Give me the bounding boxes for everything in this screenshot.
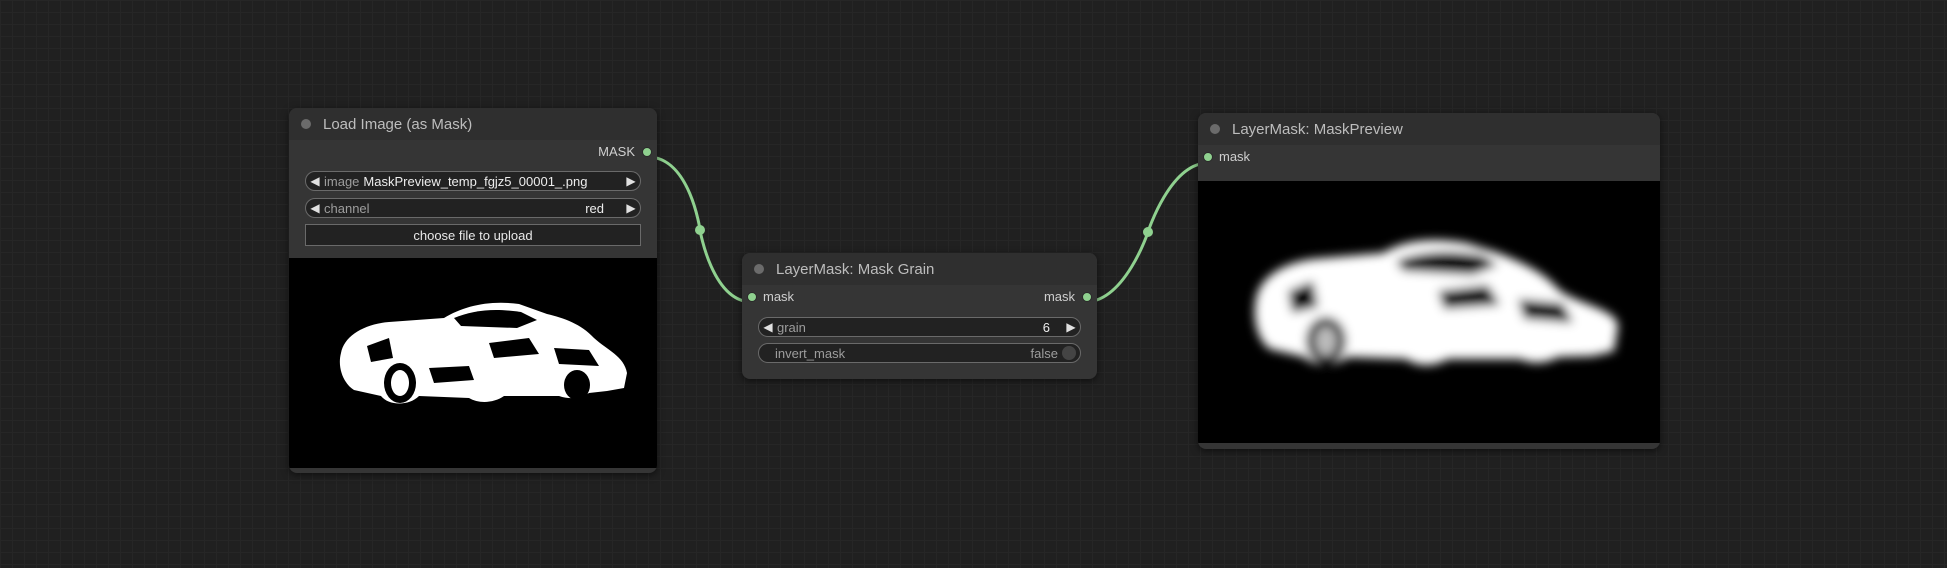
link-midpoint-1[interactable] (695, 225, 705, 235)
right-arrow-icon[interactable]: ▶ (622, 174, 640, 188)
toggle-knob-icon[interactable] (1062, 346, 1076, 360)
mask-preview-image (1198, 181, 1660, 443)
input-label: mask (763, 289, 795, 304)
car-mask-image (339, 302, 627, 404)
load-image-node[interactable]: Load Image (as Mask) MASK ◀ image MaskPr… (289, 108, 657, 473)
channel-combo-widget[interactable]: ◀ channel red ▶ (305, 198, 641, 218)
collapse-dot-icon[interactable] (754, 264, 764, 274)
node-title: Load Image (as Mask) (323, 115, 473, 133)
mask-grain-node[interactable]: LayerMask: Mask Grain mask mask ◀ grain … (742, 253, 1097, 379)
grain-label: grain (777, 319, 806, 335)
image-value: MaskPreview_temp_fgjz5_00001_.png (363, 173, 588, 189)
collapse-dot-icon[interactable] (301, 119, 311, 129)
input-label: mask (1219, 149, 1251, 164)
mask-input-slot[interactable] (1203, 152, 1213, 162)
left-arrow-icon[interactable]: ◀ (306, 174, 324, 188)
mask-preview-node[interactable]: LayerMask: MaskPreview mask (1198, 113, 1660, 449)
link-midpoint-2[interactable] (1143, 227, 1153, 237)
invert-mask-value: false (1030, 345, 1058, 361)
left-arrow-icon[interactable]: ◀ (306, 201, 324, 215)
mask-image-preview (289, 258, 657, 468)
mask-output-slot[interactable] (642, 147, 652, 157)
node-title: LayerMask: Mask Grain (776, 260, 935, 278)
node-title-bar[interactable]: LayerMask: Mask Grain (742, 253, 1097, 285)
node-title: LayerMask: MaskPreview (1232, 120, 1403, 138)
invert-mask-label: invert_mask (775, 345, 846, 361)
upload-button[interactable]: choose file to upload (305, 224, 641, 246)
image-label: image (324, 173, 360, 189)
right-arrow-icon[interactable]: ▶ (622, 201, 640, 215)
mask-input-slot[interactable] (747, 292, 757, 302)
image-combo-widget[interactable]: ◀ image MaskPreview_temp_fgjz5_00001_.pn… (305, 171, 641, 191)
io-row: mask mask (742, 285, 1097, 307)
io-row: mask (1198, 145, 1660, 167)
invert-mask-toggle[interactable]: invert_mask false (758, 343, 1081, 363)
collapse-dot-icon[interactable] (1210, 124, 1220, 134)
right-arrow-icon[interactable]: ▶ (1062, 320, 1080, 334)
grain-value: 6 (1042, 319, 1050, 335)
node-title-bar[interactable]: LayerMask: MaskPreview (1198, 113, 1660, 145)
output-label: mask (1043, 289, 1075, 304)
left-arrow-icon[interactable]: ◀ (759, 320, 777, 334)
mask-output-slot[interactable] (1082, 292, 1092, 302)
grain-number-widget[interactable]: ◀ grain 6 ▶ (758, 317, 1081, 337)
output-label: MASK (598, 144, 635, 159)
graph-canvas[interactable]: Load Image (as Mask) MASK ◀ image MaskPr… (0, 0, 1947, 568)
channel-value: red (585, 200, 604, 216)
node-title-bar[interactable]: Load Image (as Mask) (289, 108, 657, 140)
output-row: MASK (289, 140, 657, 162)
grainy-car-mask-image (1254, 240, 1618, 365)
channel-label: channel (324, 200, 370, 216)
